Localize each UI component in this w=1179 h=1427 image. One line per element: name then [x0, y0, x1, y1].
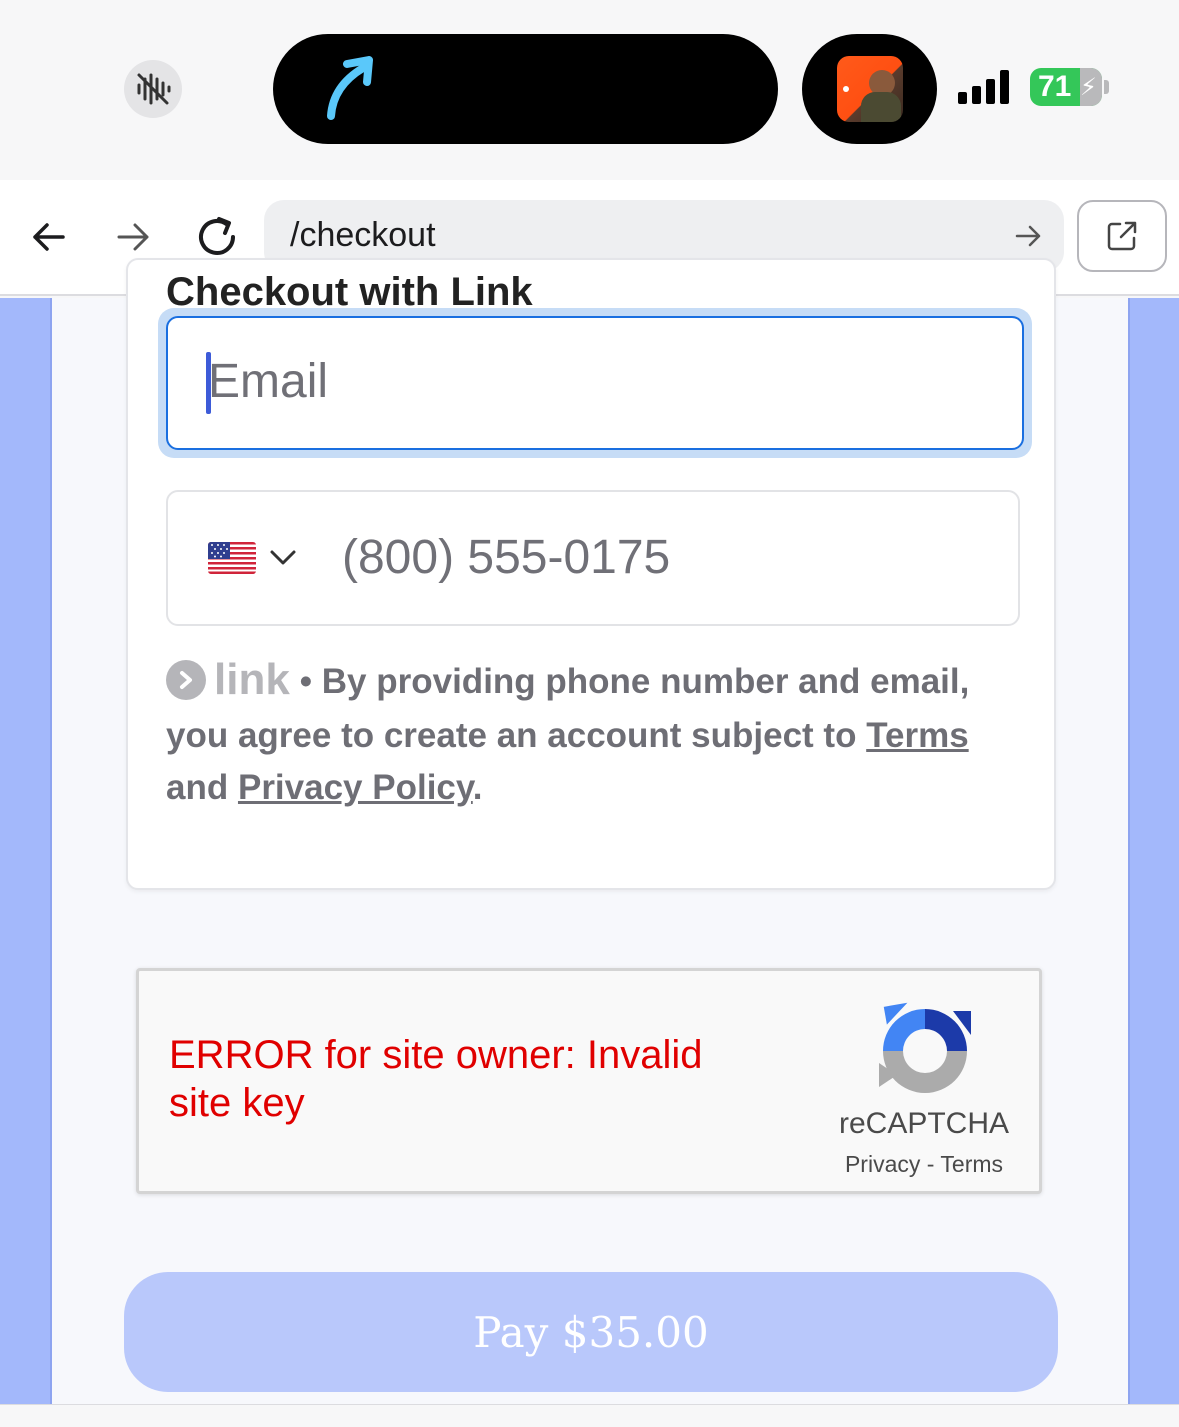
audio-waveform-icon[interactable] — [124, 60, 182, 118]
cellular-signal-icon — [958, 70, 1009, 104]
link-checkout-card: Checkout with Link Email (800) 555-0175 … — [126, 258, 1056, 890]
open-external-button[interactable] — [1077, 200, 1167, 272]
recaptcha-terms-link[interactable]: Terms — [940, 1151, 1003, 1177]
video-thumbnail — [836, 56, 903, 122]
link-chevron-icon — [166, 659, 206, 700]
reload-icon — [199, 217, 235, 255]
recaptcha-brand: reCAPTCHA — [838, 1107, 1010, 1140]
external-link-icon — [1107, 221, 1137, 251]
forward-button[interactable] — [108, 212, 158, 262]
url-text[interactable]: /checkout — [290, 216, 436, 255]
link-legal-text: link • By providing phone number and ema… — [166, 654, 1026, 814]
email-field[interactable]: Email — [166, 316, 1024, 450]
arrow-up-right-icon — [327, 56, 373, 120]
legal-period: . — [472, 767, 483, 807]
link-logo: link — [166, 654, 290, 706]
recaptcha-widget: ERROR for site owner: Invalid site key r… — [136, 968, 1042, 1194]
recaptcha-privacy-link[interactable]: Privacy — [845, 1151, 920, 1177]
phone-field[interactable]: (800) 555-0175 — [166, 490, 1020, 626]
recaptcha-separator: - — [926, 1151, 935, 1177]
charging-bolt-icon: ⚡ — [1080, 74, 1097, 101]
recaptcha-error: ERROR for site owner: Invalid site key — [169, 1033, 703, 1125]
text-caret — [206, 352, 211, 414]
arrow-right-icon — [117, 223, 149, 251]
dynamic-island[interactable] — [273, 34, 778, 144]
back-button[interactable] — [24, 212, 74, 262]
us-flag-icon[interactable] — [208, 542, 256, 574]
link-wordmark: link — [214, 654, 290, 704]
live-activity-thumbnail[interactable] — [802, 34, 937, 144]
battery-icon: 71 ⚡ — [1030, 68, 1102, 106]
pay-button-label: Pay $35.00 — [473, 1307, 709, 1357]
terms-link[interactable]: Terms — [866, 716, 968, 755]
status-bar: 71 ⚡ — [0, 0, 1179, 180]
email-placeholder: Email — [208, 355, 329, 408]
battery-percent: 71 — [1038, 70, 1072, 103]
checkout-container: Checkout with Link Email (800) 555-0175 … — [50, 258, 1130, 1404]
recaptcha-logo-icon — [879, 1002, 971, 1093]
phone-placeholder: (800) 555-0175 — [342, 531, 671, 584]
bottom-toolbar-edge — [0, 1404, 1179, 1427]
privacy-policy-link[interactable]: Privacy Policy — [238, 768, 473, 807]
reload-button[interactable] — [192, 212, 242, 262]
arrow-left-icon — [33, 223, 65, 251]
go-arrow-icon[interactable] — [1014, 222, 1042, 250]
recaptcha-links: Privacy - Terms — [829, 1151, 1019, 1178]
page-background: Checkout with Link Email (800) 555-0175 … — [0, 258, 1179, 1404]
chevron-down-icon[interactable] — [268, 546, 298, 568]
email-focus-ring: Email — [158, 308, 1032, 458]
pay-button[interactable]: Pay $35.00 — [124, 1272, 1058, 1392]
legal-and: and — [166, 767, 229, 807]
